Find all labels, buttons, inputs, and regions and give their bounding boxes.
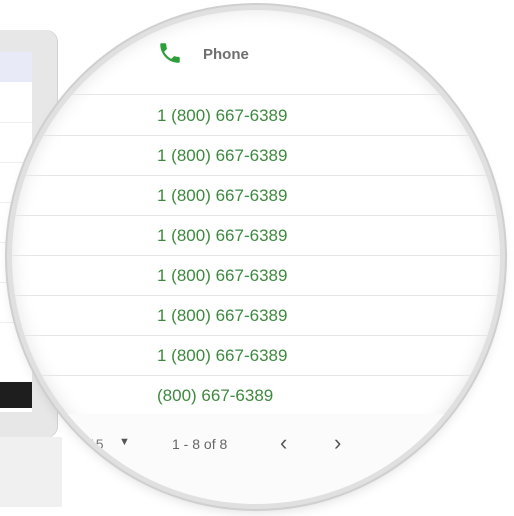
table-row[interactable]: 1 (800) 667-6389 xyxy=(12,175,500,216)
table-row[interactable]: (800) 667-6389 xyxy=(12,375,500,416)
phone-cell: 1 (800) 667-6389 xyxy=(157,186,288,205)
pagination-range: 1 - 8 of 8 xyxy=(172,436,228,452)
phone-cell: 1 (800) 667-6389 xyxy=(157,226,288,245)
table-row[interactable]: 1 (800) 667-6389 xyxy=(12,95,500,136)
chevron-right-icon[interactable]: › xyxy=(334,430,341,456)
phone-cell: 1 (800) 667-6389 xyxy=(157,266,288,285)
magnifier-lens: Phone 1 (800) 667-6389 1 (800) 667-6389 … xyxy=(12,10,500,504)
table-row[interactable]: 1 (800) 667-6389 xyxy=(12,215,500,256)
phone-cell: 1 (800) 667-6389 xyxy=(157,346,288,365)
chevron-down-icon[interactable]: ▼ xyxy=(119,436,130,448)
table-row[interactable]: 1 (800) 667-6389 xyxy=(12,295,500,336)
phone-cell: 1 (800) 667-6389 xyxy=(157,106,288,125)
phone-column-header[interactable]: Phone xyxy=(203,46,249,63)
table-row[interactable]: 1 (800) 667-6389 xyxy=(12,335,500,376)
table-row[interactable]: 1 (800) 667-6389 xyxy=(12,135,500,176)
phone-cell: 1 (800) 667-6389 xyxy=(157,306,288,325)
phone-cell: (800) 667-6389 xyxy=(157,386,274,405)
pagination-footer: 15 ▼ 1 - 8 of 8 ‹ › xyxy=(12,414,500,504)
table-header: Phone xyxy=(12,10,500,95)
chevron-left-icon[interactable]: ‹ xyxy=(280,430,287,456)
phone-cell: 1 (800) 667-6389 xyxy=(157,146,288,165)
rows-per-page-select[interactable]: 15 xyxy=(88,436,104,452)
phone-icon xyxy=(160,43,180,63)
table-row[interactable]: 1 (800) 667-6389 xyxy=(12,255,500,296)
